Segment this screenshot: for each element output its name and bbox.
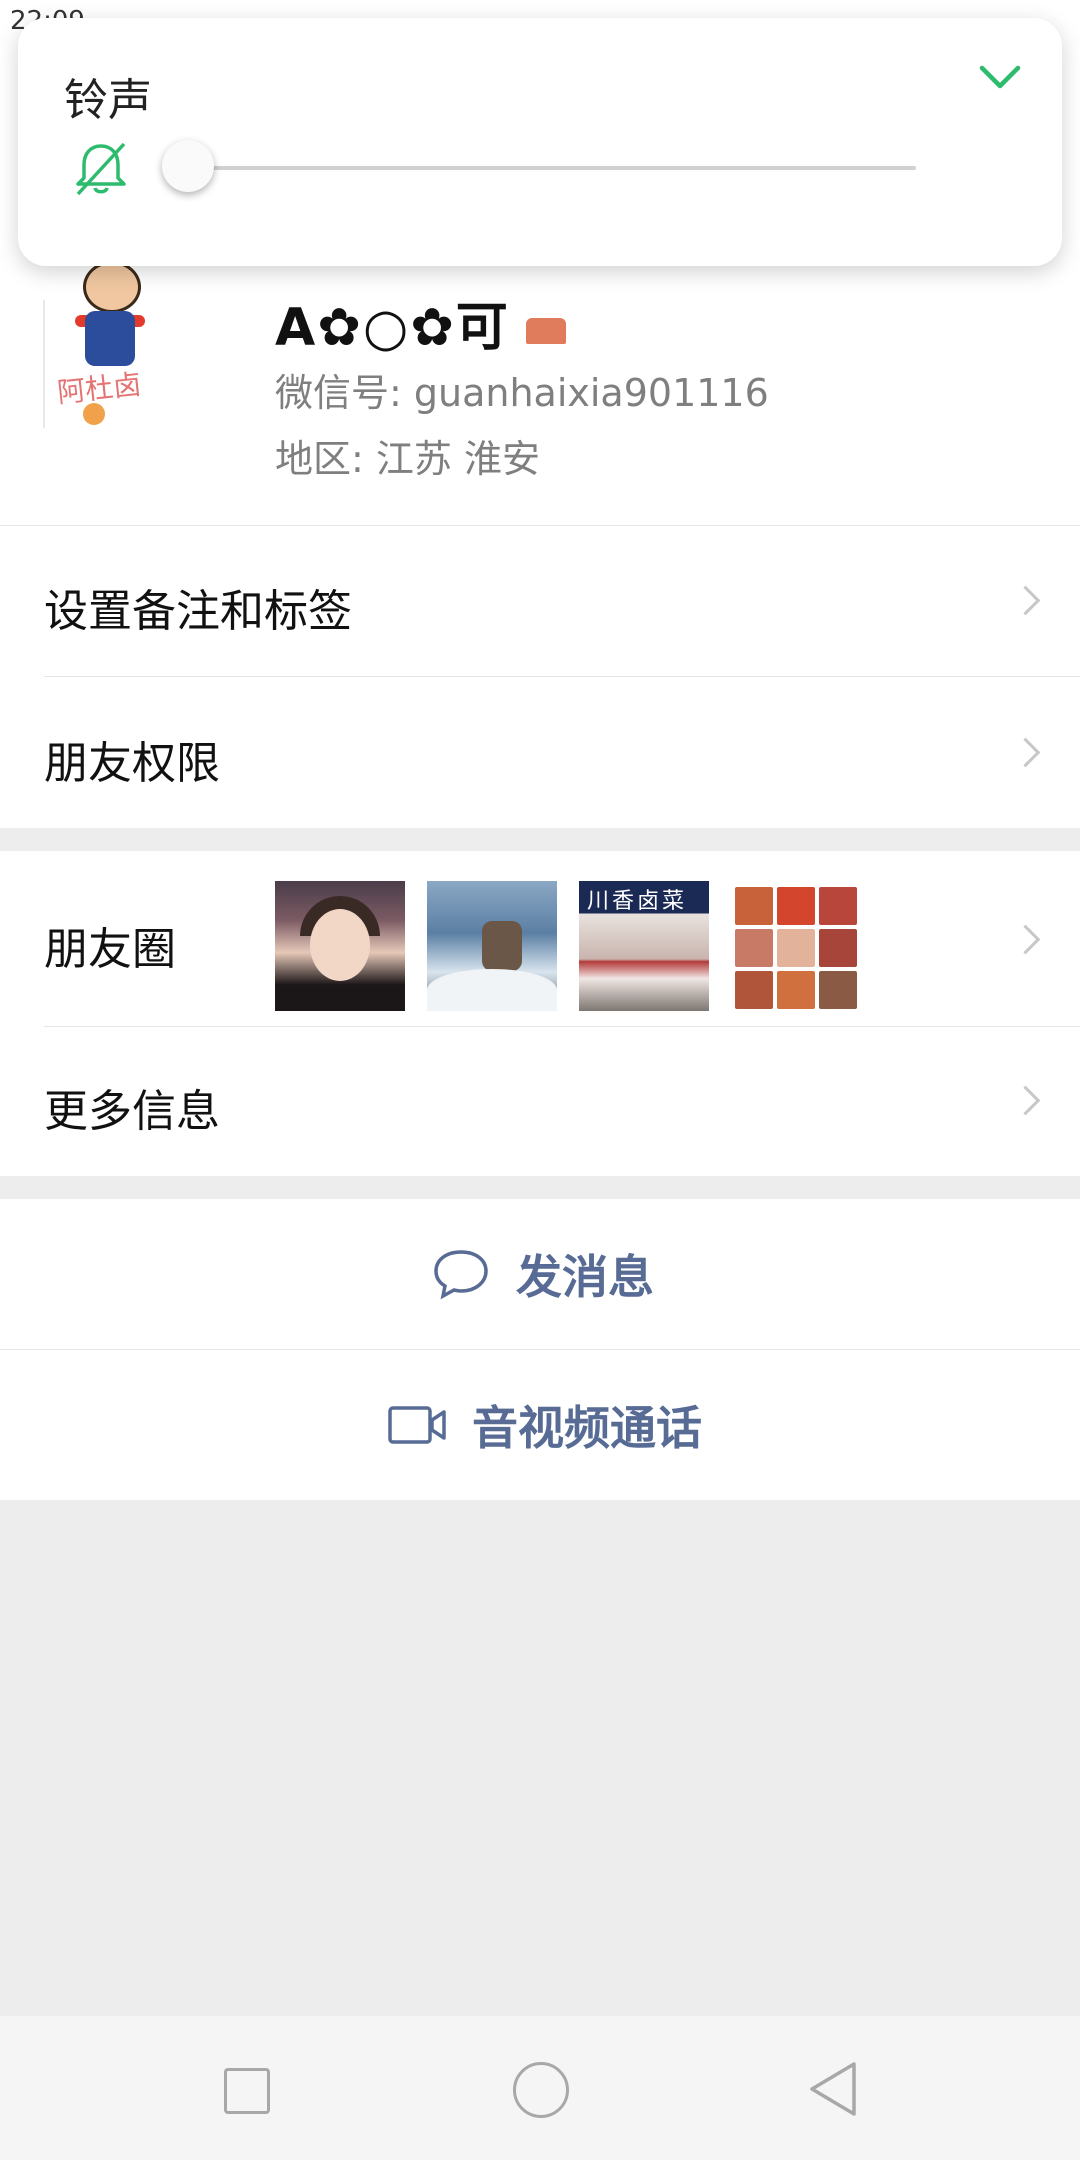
- chevron-right-icon: [1010, 924, 1041, 955]
- row-more-info[interactable]: 更多信息: [0, 1027, 1080, 1176]
- chevron-right-icon: [1010, 1085, 1041, 1116]
- video-call-label: 音视频通话: [472, 1401, 702, 1455]
- nickname-text: A✿○✿可: [275, 298, 510, 358]
- row-remark-tags[interactable]: 设置备注和标签: [0, 525, 1080, 676]
- volume-slider-thumb[interactable]: [162, 140, 214, 192]
- settings-group: 设置备注和标签 朋友权限: [0, 525, 1080, 828]
- home-button[interactable]: [513, 2062, 569, 2118]
- system-nav-bar: [0, 2016, 1080, 2160]
- video-call-button[interactable]: 音视频通话: [0, 1350, 1080, 1500]
- ringtone-volume-panel: 铃声: [18, 18, 1062, 266]
- row-friend-permissions[interactable]: 朋友权限: [0, 677, 1080, 828]
- profile-nickname: A✿○✿可: [275, 285, 566, 360]
- moments-thumbnail: 川香卤菜: [579, 881, 709, 1011]
- bell-muted-icon[interactable]: [70, 138, 132, 200]
- gender-badge-icon: [525, 318, 566, 344]
- wechat-id: 微信号: guanhaixia901116: [275, 371, 769, 415]
- row-label: 朋友圈: [44, 924, 176, 975]
- region: 地区: 江苏 淮安: [275, 437, 540, 481]
- chevron-right-icon: [1010, 585, 1041, 616]
- volume-title: 铃声: [64, 75, 152, 126]
- back-button[interactable]: [806, 2060, 862, 2118]
- store-sign-text: 川香卤菜: [587, 889, 688, 914]
- send-message-label: 发消息: [516, 1250, 654, 1304]
- moments-thumbnail: [735, 887, 857, 1009]
- send-message-button[interactable]: 发消息: [0, 1199, 1080, 1349]
- moments-thumbnail: [275, 881, 405, 1011]
- row-label: 朋友权限: [44, 738, 220, 789]
- moments-thumbnail: [427, 881, 557, 1011]
- chevron-down-icon[interactable]: [978, 62, 1022, 92]
- avatar[interactable]: 阿杜卤: [45, 255, 185, 435]
- video-camera-icon: [388, 1406, 446, 1444]
- row-label: 更多信息: [44, 1086, 220, 1137]
- recent-apps-button[interactable]: [224, 2068, 270, 2114]
- info-group: 朋友圈 川香卤菜 更多信息: [0, 851, 1080, 1176]
- row-moments[interactable]: 朋友圈 川香卤菜: [0, 851, 1080, 1026]
- row-label: 设置备注和标签: [44, 586, 352, 637]
- chat-bubble-icon: [434, 1250, 488, 1300]
- volume-slider-track[interactable]: [188, 166, 916, 170]
- chevron-right-icon: [1010, 737, 1041, 768]
